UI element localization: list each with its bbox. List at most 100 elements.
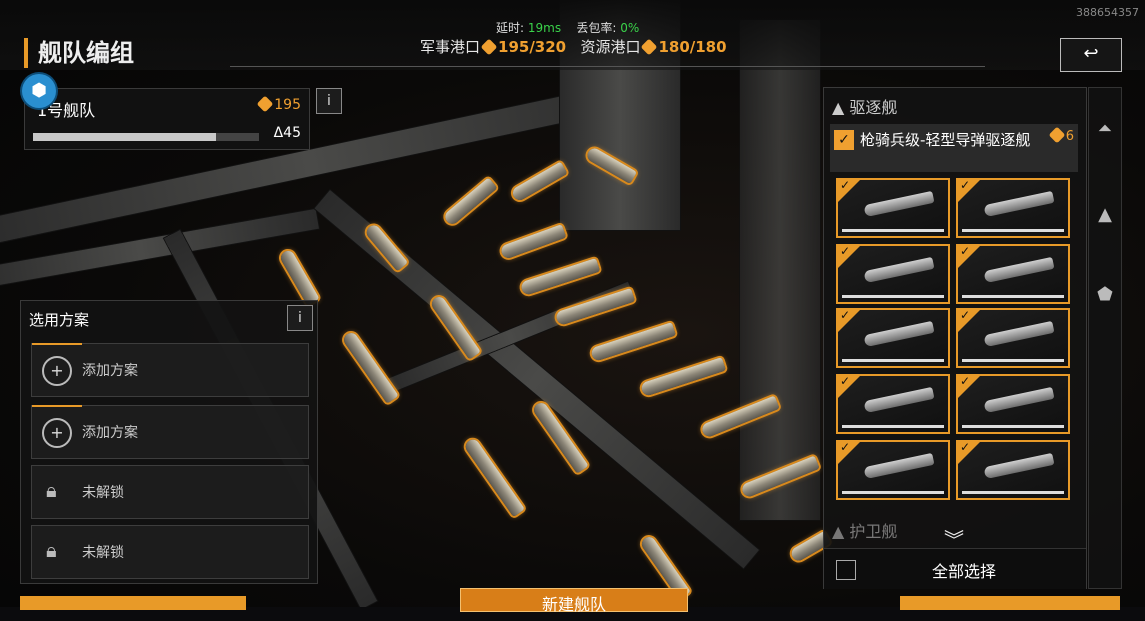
- ship-health-bar: [962, 229, 1064, 232]
- ship-card[interactable]: ✓: [836, 244, 950, 304]
- roster-side-rail: ⏶ ▲ ⬟: [1088, 87, 1122, 589]
- ship-card[interactable]: ✓: [956, 178, 1070, 238]
- ship-health-bar: [962, 491, 1064, 494]
- plans-panel: 选用方案 i + 添加方案 + 添加方案 🔒︎ 未解锁 🔒︎ 未解锁: [20, 300, 318, 584]
- plan-slot-locked[interactable]: 🔒︎ 未解锁: [31, 465, 309, 519]
- plans-title: 选用方案: [29, 311, 90, 329]
- category-destroyer-label: 驱逐舰: [849, 98, 898, 117]
- military-port-label: 军事港口: [420, 38, 481, 56]
- network-stats: 延时: 19ms 丢包率: 0%: [496, 19, 639, 36]
- category-escort-label: 护卫舰: [849, 522, 898, 541]
- ship-health-bar: [842, 229, 944, 232]
- rail-mid-icon[interactable]: ⬟: [1095, 284, 1115, 305]
- ship-hull-icon: [983, 190, 1055, 218]
- plan-slot-label: 未解锁: [82, 485, 124, 501]
- ship-hull-icon: [863, 320, 935, 348]
- ship-type-name: 枪骑兵级-轻型导弹驱逐舰: [860, 131, 1031, 149]
- ship-card[interactable]: ✓: [956, 308, 1070, 368]
- new-fleet-label: 新建舰队: [541, 595, 606, 614]
- resource-port-value: 180/180: [658, 38, 727, 56]
- coin-icon: [256, 95, 274, 113]
- info-icon: i: [327, 93, 331, 109]
- ship-model: [341, 330, 399, 404]
- fleet-delta: Δ45: [273, 125, 301, 141]
- bottom-left-button[interactable]: [20, 596, 246, 610]
- ship-health-bar: [962, 425, 1064, 428]
- top-divider: [230, 66, 985, 67]
- rail-up-icon[interactable]: ▲: [1095, 204, 1115, 225]
- ship-card[interactable]: ✓: [956, 374, 1070, 434]
- ship-health-bar: [842, 425, 944, 428]
- ship-card[interactable]: ✓: [956, 244, 1070, 304]
- ship-card[interactable]: ✓: [836, 374, 950, 434]
- ship-hull-icon: [983, 386, 1055, 414]
- padlock-icon: 🔒︎: [46, 538, 57, 562]
- coin-icon: [1048, 126, 1066, 144]
- fleet-capacity-fill: [33, 133, 217, 141]
- resource-port-label: 资源港口: [580, 38, 641, 56]
- ship-health-bar: [842, 295, 944, 298]
- ship-model: [589, 322, 677, 362]
- select-all-row[interactable]: 全部选择: [824, 548, 1086, 589]
- ship-health-bar: [842, 491, 944, 494]
- coin-icon: [641, 38, 658, 56]
- ship-type-cost: 6: [1048, 126, 1074, 144]
- slot-accent: [32, 405, 82, 407]
- ship-type-row[interactable]: ✓ 枪骑兵级-轻型导弹驱逐舰 6: [830, 124, 1078, 172]
- info-icon: i: [298, 310, 302, 326]
- ship-model: [442, 177, 498, 227]
- ship-health-bar: [842, 359, 944, 362]
- checkmark-icon[interactable]: ✓: [834, 130, 854, 150]
- back-button[interactable]: ↩: [1060, 38, 1122, 72]
- ship-model: [463, 436, 525, 518]
- ship-hull-icon: [863, 452, 935, 480]
- ship-type-cost-value: 6: [1065, 129, 1074, 144]
- plan-slot-add[interactable]: + 添加方案: [31, 343, 309, 397]
- ship-card[interactable]: ✓: [836, 308, 950, 368]
- fleet-info-button[interactable]: i: [316, 88, 342, 114]
- plan-slot-add[interactable]: + 添加方案: [31, 405, 309, 459]
- latency-value: 19ms: [527, 21, 562, 35]
- plan-slot-label: 添加方案: [82, 363, 138, 379]
- ship-hull-icon: [863, 190, 935, 218]
- padlock-icon: 🔒︎: [46, 478, 57, 502]
- ship-model: [639, 357, 727, 397]
- ship-hull-icon: [983, 320, 1055, 348]
- ship-model: [519, 257, 601, 297]
- ship-card[interactable]: ✓: [956, 440, 1070, 500]
- rail-top-icon[interactable]: ⏶: [1095, 118, 1115, 139]
- ship-hull-icon: [983, 452, 1055, 480]
- coin-icon: [480, 38, 498, 56]
- latency-label: 延时:: [496, 21, 525, 35]
- category-escort[interactable]: ▲ 护卫舰: [832, 518, 897, 542]
- plus-crosshair-icon: +: [42, 418, 72, 448]
- page-title: 舰队编组: [24, 38, 134, 68]
- select-all-checkbox[interactable]: [836, 560, 856, 580]
- plus-crosshair-icon: +: [42, 356, 72, 386]
- port-capacity: 军事港口 195/320 资源港口 180/180: [420, 36, 727, 57]
- ship-card[interactable]: ✓: [836, 440, 950, 500]
- ship-model: [499, 224, 567, 260]
- bottom-right-button[interactable]: [900, 596, 1120, 610]
- new-fleet-button[interactable]: 新建舰队: [460, 588, 688, 614]
- user-id: 388654357: [1076, 6, 1139, 19]
- ship-hull-icon: [863, 386, 935, 414]
- fleet-cost: 195: [256, 95, 301, 113]
- packet-loss-value: 0%: [620, 21, 640, 35]
- fleet-panel[interactable]: 1号舰队 195 Δ45: [24, 88, 310, 150]
- plan-slot-locked[interactable]: 🔒︎ 未解锁: [31, 525, 309, 579]
- military-port-value: 195/320: [498, 38, 567, 56]
- fleet-cost-value: 195: [274, 97, 301, 113]
- slot-accent: [32, 343, 82, 345]
- ship-health-bar: [962, 295, 1064, 298]
- ship-roster-panel: ▲ 驱逐舰 ✓ 枪骑兵级-轻型导弹驱逐舰 6 ✓ ✓ ✓ ✓ ✓ ✓ ✓ ✓ ✓…: [823, 87, 1087, 589]
- gear-icon[interactable]: ⬢: [22, 74, 56, 108]
- fleet-capacity-bar: [33, 133, 259, 141]
- packet-loss-label: 丢包率:: [576, 21, 617, 35]
- ship-health-bar: [962, 359, 1064, 362]
- plans-info-button[interactable]: i: [287, 305, 313, 331]
- category-destroyer[interactable]: ▲ 驱逐舰: [832, 94, 897, 118]
- ship-card[interactable]: ✓: [836, 178, 950, 238]
- ship-hull-icon: [863, 256, 935, 284]
- plan-slot-label: 未解锁: [82, 545, 124, 561]
